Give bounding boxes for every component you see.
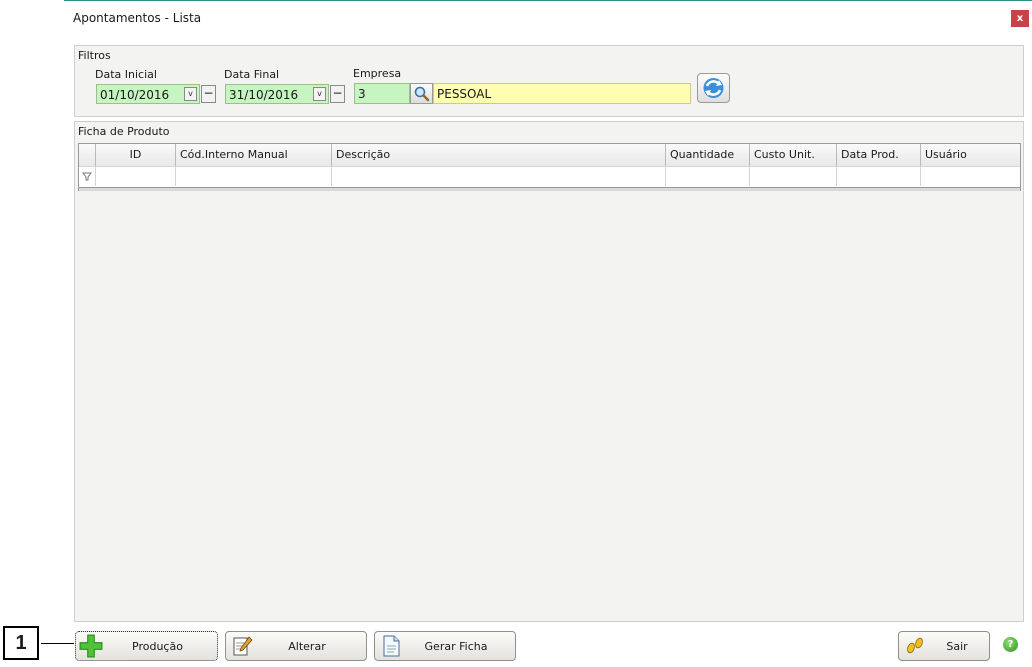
data-inicial-field[interactable]: 01/10/2016 v bbox=[96, 84, 200, 104]
filter-row-indicator bbox=[79, 166, 96, 186]
filter-cell-cod-interno[interactable] bbox=[176, 166, 332, 186]
data-final-clear-button[interactable]: − bbox=[330, 85, 345, 103]
data-final-label: Data Final bbox=[224, 68, 280, 81]
gerar-ficha-label: Gerar Ficha bbox=[424, 640, 488, 653]
empresa-label: Empresa bbox=[353, 67, 402, 80]
data-final-value: 31/10/2016 bbox=[229, 88, 299, 102]
empresa-name-field[interactable]: PESSOAL bbox=[433, 83, 691, 104]
gerar-ficha-button[interactable]: Gerar Ficha bbox=[374, 631, 516, 661]
filter-cell-descricao[interactable] bbox=[332, 166, 666, 186]
footsteps-icon bbox=[907, 637, 923, 654]
producao-button[interactable]: Produção bbox=[75, 631, 218, 661]
column-header-descricao[interactable]: Descrição bbox=[332, 144, 666, 166]
filters-group-label: Filtros bbox=[78, 49, 111, 62]
refresh-icon bbox=[703, 78, 724, 98]
filter-cell-usuario[interactable] bbox=[921, 166, 1020, 186]
producao-label: Produção bbox=[132, 640, 183, 653]
ficha-produto-group: Ficha de Produto bbox=[74, 121, 1024, 622]
data-grid[interactable]: ID Cód.Interno Manual Descrição Quantida… bbox=[78, 143, 1021, 191]
grid-row-indicator-header bbox=[79, 144, 96, 166]
data-inicial-value: 01/10/2016 bbox=[100, 88, 170, 102]
alterar-button[interactable]: Alterar bbox=[225, 631, 367, 661]
empresa-code-value: 3 bbox=[358, 87, 366, 101]
filters-group: Filtros bbox=[74, 45, 1024, 117]
data-inicial-clear-button[interactable]: − bbox=[201, 85, 216, 103]
column-header-usuario[interactable]: Usuário bbox=[921, 144, 1020, 166]
column-header-quantidade[interactable]: Quantidade bbox=[666, 144, 750, 166]
refresh-button[interactable] bbox=[697, 73, 730, 103]
data-final-dropdown-button[interactable]: v bbox=[313, 87, 326, 101]
callout-number: 1 bbox=[3, 626, 39, 660]
empresa-name-value: PESSOAL bbox=[437, 87, 492, 101]
empresa-code-field[interactable]: 3 bbox=[354, 83, 410, 104]
window-title: Apontamentos - Lista bbox=[73, 11, 202, 25]
alterar-label: Alterar bbox=[288, 640, 326, 653]
filter-cell-id[interactable] bbox=[96, 166, 176, 186]
ficha-produto-group-label: Ficha de Produto bbox=[78, 125, 170, 138]
close-button[interactable]: x bbox=[1011, 10, 1029, 27]
empresa-search-button[interactable] bbox=[410, 83, 433, 104]
sair-button[interactable]: Sair bbox=[898, 631, 990, 661]
column-header-custo-unit[interactable]: Custo Unit. bbox=[750, 144, 837, 166]
column-header-data-prod[interactable]: Data Prod. bbox=[837, 144, 921, 166]
sair-label: Sair bbox=[946, 640, 968, 653]
filter-cell-quantidade[interactable] bbox=[666, 166, 750, 186]
search-icon bbox=[414, 86, 430, 102]
data-inicial-dropdown-button[interactable]: v bbox=[184, 87, 197, 101]
grid-bottom-border bbox=[79, 187, 1020, 191]
data-inicial-label: Data Inicial bbox=[95, 68, 157, 81]
data-final-field[interactable]: 31/10/2016 v bbox=[225, 84, 329, 104]
filter-cell-data-prod[interactable] bbox=[837, 166, 921, 186]
filter-icon[interactable] bbox=[79, 167, 95, 185]
column-header-id[interactable]: ID bbox=[96, 144, 176, 166]
window: Apontamentos - Lista x Filtros Data Inic… bbox=[64, 0, 1032, 667]
filter-cell-custo-unit[interactable] bbox=[750, 166, 837, 186]
callout-leader-line bbox=[41, 643, 74, 644]
column-header-cod-interno[interactable]: Cód.Interno Manual bbox=[176, 144, 332, 166]
help-icon[interactable]: ? bbox=[1003, 637, 1018, 652]
